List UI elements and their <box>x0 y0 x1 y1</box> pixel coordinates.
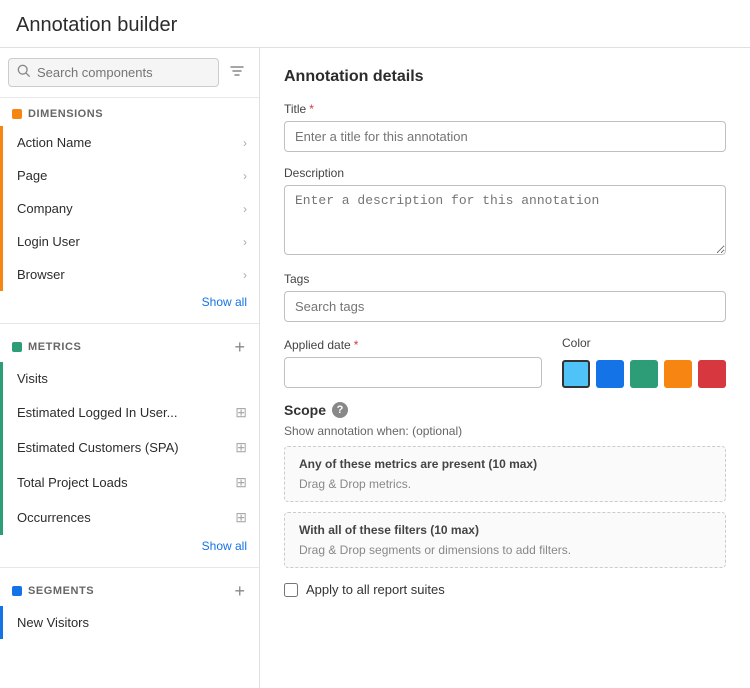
scope-subtitle: Show annotation when: (optional) <box>284 424 726 438</box>
description-field-group: Description <box>284 166 726 258</box>
metrics-header: METRICS + <box>0 328 259 362</box>
metrics-dot <box>12 342 22 352</box>
metrics-show-all[interactable]: Show all <box>0 535 259 563</box>
page-title: Annotation builder <box>0 0 750 48</box>
required-star: * <box>309 102 314 116</box>
required-star: * <box>354 338 359 352</box>
sidebar-item[interactable]: Estimated Customers (SPA) ⊞ <box>0 430 259 465</box>
tags-label: Tags <box>284 272 726 286</box>
swatch-red[interactable] <box>698 360 726 388</box>
scope-header: Scope ? <box>284 402 726 418</box>
color-swatches <box>562 360 726 388</box>
sidebar-search-row <box>0 48 259 98</box>
metrics-drop-header: Any of these metrics are present (10 max… <box>299 457 711 471</box>
segments-dot <box>12 586 22 596</box>
search-wrap[interactable] <box>8 58 219 87</box>
sidebar-item[interactable]: Visits <box>0 362 259 395</box>
annotation-details-title: Annotation details <box>284 68 726 86</box>
color-field: Color <box>562 336 726 388</box>
filters-drop-header: With all of these filters (10 max) <box>299 523 711 537</box>
title-label: Title * <box>284 102 726 116</box>
apply-row: Apply to all report suites <box>284 582 726 597</box>
dimensions-show-all[interactable]: Show all <box>0 291 259 319</box>
table-icon: ⊞ <box>235 404 247 421</box>
apply-label: Apply to all report suites <box>306 582 445 597</box>
sidebar-item[interactable]: Login User › <box>0 225 259 258</box>
chevron-right-icon: › <box>243 268 247 282</box>
description-label: Description <box>284 166 726 180</box>
metrics-drop-zone: Any of these metrics are present (10 max… <box>284 446 726 502</box>
filters-drop-hint: Drag & Drop segments or dimensions to ad… <box>299 543 711 557</box>
tags-field-group: Tags <box>284 272 726 322</box>
sidebar-item[interactable]: Page › <box>0 159 259 192</box>
table-icon: ⊞ <box>235 509 247 526</box>
applied-date-label: Applied date <box>284 338 351 352</box>
segments-label: SEGMENTS <box>28 585 94 597</box>
title-field-group: Title * <box>284 102 726 152</box>
color-label: Color <box>562 336 726 350</box>
filter-icon[interactable] <box>225 59 249 86</box>
chevron-right-icon: › <box>243 136 247 150</box>
scope-section: Scope ? Show annotation when: (optional)… <box>284 402 726 568</box>
help-icon[interactable]: ? <box>332 402 348 418</box>
add-segment-button[interactable]: + <box>232 582 247 600</box>
sidebar-item[interactable]: Browser › <box>0 258 259 291</box>
filters-drop-zone: With all of these filters (10 max) Drag … <box>284 512 726 568</box>
dimensions-header: DIMENSIONS <box>0 98 259 126</box>
date-color-row: Applied date * Feb 2, 2022 - Feb 2, 2022… <box>284 336 726 388</box>
apply-checkbox[interactable] <box>284 583 298 597</box>
sidebar-item[interactable]: Occurrences ⊞ <box>0 500 259 535</box>
sidebar-item[interactable]: Estimated Logged In User... ⊞ <box>0 395 259 430</box>
chevron-right-icon: › <box>243 202 247 216</box>
table-icon: ⊞ <box>235 474 247 491</box>
title-input[interactable] <box>284 121 726 152</box>
add-metric-button[interactable]: + <box>232 338 247 356</box>
sidebar-item[interactable]: Action Name › <box>0 126 259 159</box>
sidebar-item[interactable]: New Visitors <box>0 606 259 639</box>
applied-date-field: Applied date * Feb 2, 2022 - Feb 2, 2022 <box>284 338 542 388</box>
metrics-label: METRICS <box>28 341 81 353</box>
swatch-light-blue[interactable] <box>562 360 590 388</box>
search-input[interactable] <box>37 65 210 80</box>
table-icon: ⊞ <box>235 439 247 456</box>
scope-label: Scope <box>284 402 326 418</box>
sidebar-item[interactable]: Company › <box>0 192 259 225</box>
dimensions-label: DIMENSIONS <box>28 108 103 120</box>
divider <box>0 323 259 324</box>
chevron-right-icon: › <box>243 169 247 183</box>
segments-header: SEGMENTS + <box>0 572 259 606</box>
search-icon <box>17 64 31 81</box>
description-input[interactable] <box>284 185 726 255</box>
sidebar: DIMENSIONS Action Name › Page › Company … <box>0 48 260 688</box>
swatch-orange[interactable] <box>664 360 692 388</box>
right-panel: Annotation details Title * Description T… <box>260 48 750 688</box>
swatch-blue[interactable] <box>596 360 624 388</box>
tags-input[interactable] <box>284 291 726 322</box>
metrics-drop-hint: Drag & Drop metrics. <box>299 477 711 491</box>
dimensions-dot <box>12 109 22 119</box>
divider <box>0 567 259 568</box>
swatch-green[interactable] <box>630 360 658 388</box>
sidebar-item[interactable]: Total Project Loads ⊞ <box>0 465 259 500</box>
date-input[interactable]: Feb 2, 2022 - Feb 2, 2022 <box>284 357 542 388</box>
chevron-right-icon: › <box>243 235 247 249</box>
